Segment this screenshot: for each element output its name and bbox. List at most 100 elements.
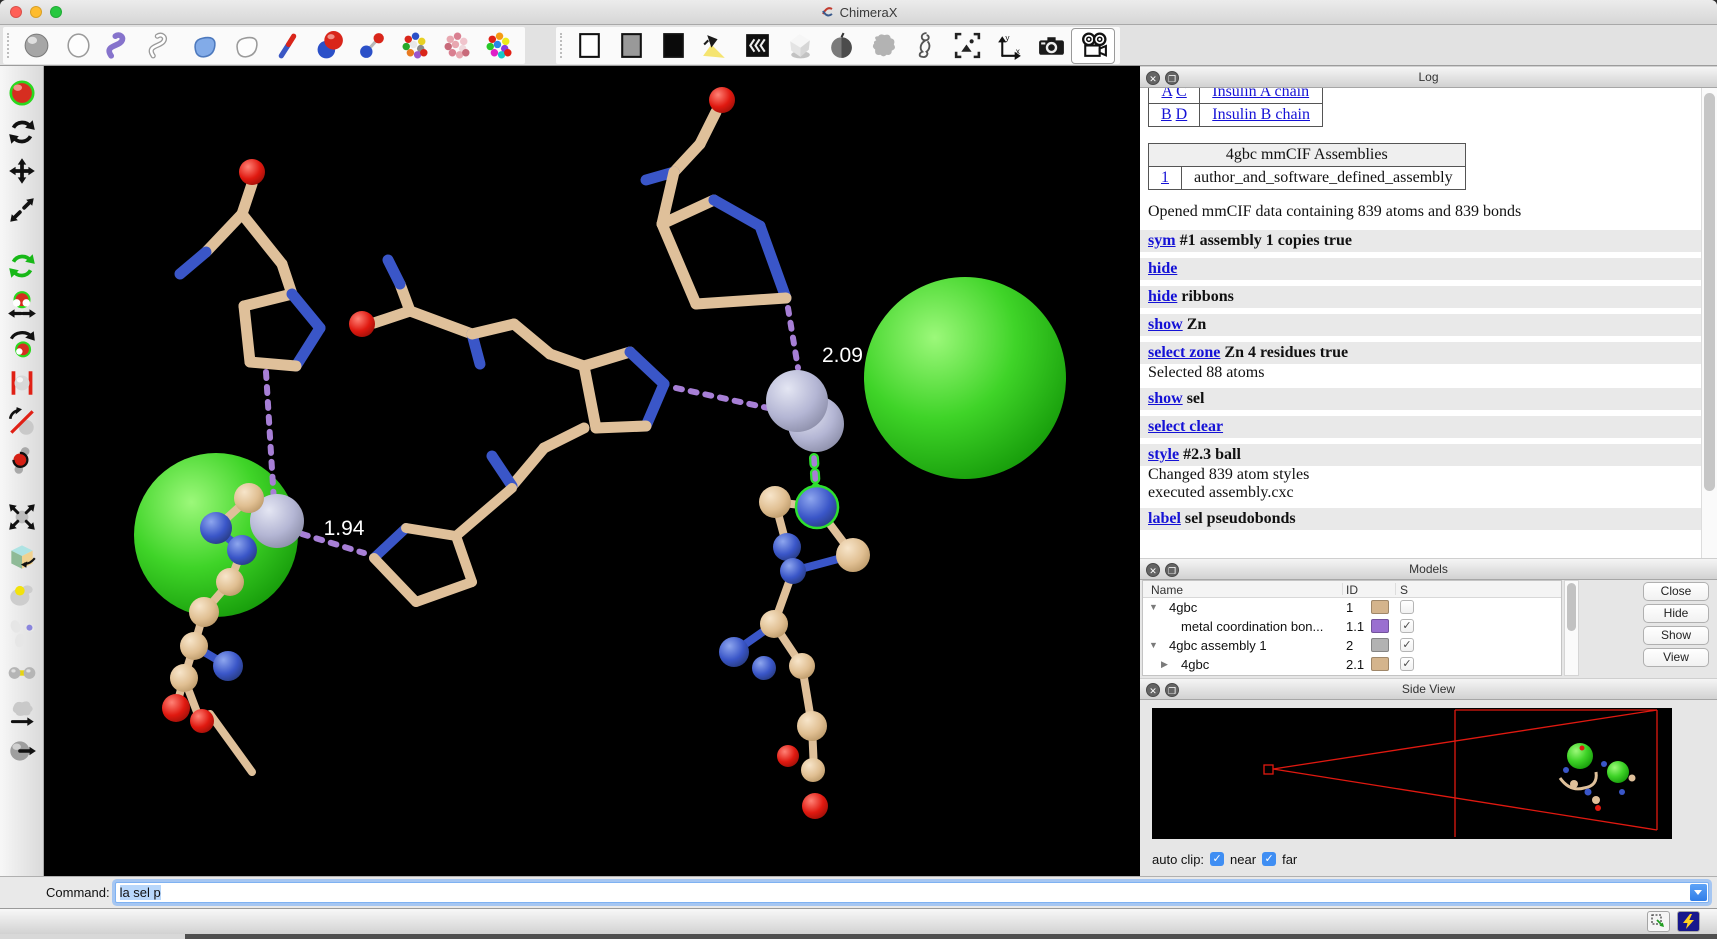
log-command-link[interactable]: select zone	[1148, 344, 1220, 361]
mouse-mode-translate-selected-models[interactable]	[4, 288, 40, 322]
mouse-mode-rotate[interactable]	[4, 115, 40, 149]
toolbar-stick-style[interactable]	[267, 29, 309, 63]
toolbar-snapshot[interactable]	[1030, 29, 1072, 63]
models-float-icon[interactable]: ❐	[1165, 563, 1179, 577]
models-titlebar[interactable]: ✕ ❐ Models	[1140, 558, 1717, 580]
mouse-mode-mark-blob[interactable]	[4, 578, 40, 612]
log-scrollbar-thumb[interactable]	[1704, 93, 1715, 491]
log-command-link[interactable]: label	[1148, 510, 1181, 527]
hide-model-button[interactable]: Hide	[1643, 604, 1709, 623]
mouse-mode-move-picked-models[interactable]	[4, 327, 40, 361]
log-command-link[interactable]: show	[1148, 390, 1183, 407]
toolbar-white-background[interactable]	[568, 29, 610, 63]
log-scrollbar[interactable]	[1701, 88, 1717, 558]
model-row[interactable]: ▶4gbc2.1✓	[1143, 655, 1561, 674]
mouse-mode-zoom[interactable]	[4, 193, 40, 227]
toolbar-show-atoms[interactable]	[15, 29, 57, 63]
toolbar-color-polymer[interactable]	[435, 29, 477, 63]
log-command-link[interactable]: Insulin B chain	[1212, 106, 1310, 123]
log-command-link[interactable]: hide	[1148, 288, 1177, 305]
model-row[interactable]: metal coordination bon...1.1✓	[1143, 617, 1561, 636]
model-name[interactable]: 4gbc	[1181, 657, 1209, 672]
expand-collapse-icon[interactable]: ▼	[1149, 640, 1158, 650]
models-scrollbar[interactable]	[1564, 580, 1579, 676]
toolbar-simple-lighting[interactable]	[694, 29, 736, 63]
mouse-mode-bond-rotation[interactable]	[4, 444, 40, 478]
model-color-swatch[interactable]	[1371, 657, 1389, 671]
model-shown-checkbox[interactable]	[1400, 600, 1414, 614]
log-float-icon[interactable]: ❐	[1165, 71, 1179, 85]
command-history-dropdown[interactable]	[1690, 884, 1707, 901]
log-command-link[interactable]: Insulin A chain	[1212, 88, 1309, 100]
log-command-link[interactable]: style	[1148, 446, 1179, 463]
mouse-mode-move-blob[interactable]	[4, 695, 40, 729]
mouse-mode-pick-blobs[interactable]	[4, 617, 40, 651]
log-command-link[interactable]: hide	[1148, 260, 1177, 277]
toolbar-ball-and-stick-style[interactable]	[351, 29, 393, 63]
log-command-link[interactable]: D	[1176, 106, 1188, 123]
camera-frustum-view[interactable]	[1152, 708, 1672, 839]
log-command-link[interactable]: select clear	[1148, 418, 1223, 435]
toolbar-gray-background[interactable]	[610, 29, 652, 63]
toolbar-sphere-style[interactable]	[309, 29, 351, 63]
toolbar-hide-surfaces[interactable]	[225, 29, 267, 63]
toolbar-view-selected[interactable]	[904, 29, 946, 63]
log-command-link[interactable]: C	[1176, 88, 1187, 100]
mouse-mode-clip-rotate[interactable]	[4, 405, 40, 439]
model-row-partial[interactable]	[1143, 674, 1561, 676]
toolbar-full-lighting[interactable]	[736, 29, 778, 63]
minimize-window-button[interactable]	[30, 6, 42, 18]
model-shown-checkbox[interactable]: ✓	[1400, 638, 1414, 652]
mouse-mode-move-and-resize[interactable]	[4, 500, 40, 534]
toolbar-show-cartoons[interactable]	[99, 29, 141, 63]
toolbar-color-rainbow[interactable]	[477, 29, 519, 63]
toolbar-hide-cartoons[interactable]	[141, 29, 183, 63]
selected-atom[interactable]	[796, 486, 838, 528]
mouse-mode-select[interactable]	[4, 76, 40, 110]
view-model-button[interactable]: View	[1643, 648, 1709, 667]
log-close-icon[interactable]: ✕	[1146, 71, 1160, 85]
model-name[interactable]: 4gbc	[1169, 600, 1197, 615]
side-view-float-icon[interactable]: ❐	[1165, 683, 1179, 697]
toolbar-silhouette[interactable]	[862, 29, 904, 63]
side-view-canvas[interactable]	[1152, 708, 1672, 839]
fast-mode-button[interactable]	[1677, 911, 1700, 932]
toolbar-spin-movie[interactable]	[1072, 29, 1114, 63]
titlebar[interactable]: ChimeraX	[0, 0, 1717, 25]
zoom-window-button[interactable]	[50, 6, 62, 18]
close-window-button[interactable]	[10, 6, 22, 18]
mouse-mode-pivot[interactable]	[4, 539, 40, 573]
command-input[interactable]: la sel p	[115, 882, 1709, 903]
toolbar-color-heteroatom[interactable]	[393, 29, 435, 63]
side-view-titlebar[interactable]: ✕ ❐ Side View	[1140, 678, 1717, 700]
toolbar-flat-lighting[interactable]	[820, 29, 862, 63]
show-model-button[interactable]: Show	[1643, 626, 1709, 645]
close-model-button[interactable]: Close	[1643, 582, 1709, 601]
models-close-icon[interactable]: ✕	[1146, 563, 1160, 577]
mouse-mode-clip[interactable]	[4, 366, 40, 400]
screen-region-button[interactable]	[1647, 911, 1670, 932]
model-name[interactable]: 4gbc assembly 1	[1169, 638, 1267, 653]
model-color-swatch[interactable]	[1371, 638, 1389, 652]
molecular-scene[interactable]: 2.09 1.94	[44, 66, 1140, 876]
model-row[interactable]: ▼4gbc1	[1143, 598, 1561, 617]
models-scrollbar-thumb[interactable]	[1567, 583, 1576, 631]
toolbar-show-surfaces[interactable]	[183, 29, 225, 63]
model-color-swatch[interactable]	[1371, 619, 1389, 633]
mouse-mode-rotate-selected-models[interactable]	[4, 249, 40, 283]
far-clip-checkbox[interactable]: ✓	[1262, 852, 1276, 866]
expand-collapse-icon[interactable]: ▼	[1149, 602, 1158, 612]
toolbar-black-background[interactable]	[652, 29, 694, 63]
toolbar-soft-lighting[interactable]	[778, 29, 820, 63]
log-command-link[interactable]: B	[1161, 106, 1172, 123]
expand--icon[interactable]: ▶	[1161, 659, 1168, 670]
log-command-link[interactable]: 1	[1161, 169, 1169, 186]
toolbar-axes[interactable]: yx	[988, 29, 1030, 63]
mouse-mode-bond-length[interactable]	[4, 656, 40, 690]
toolbar-hide-atoms[interactable]	[57, 29, 99, 63]
log-command-link[interactable]: show	[1148, 316, 1183, 333]
near-clip-checkbox[interactable]: ✓	[1210, 852, 1224, 866]
model-shown-checkbox[interactable]: ✓	[1400, 619, 1414, 633]
side-view-close-icon[interactable]: ✕	[1146, 683, 1160, 697]
model-row[interactable]: ▼4gbc assembly 12✓	[1143, 636, 1561, 655]
